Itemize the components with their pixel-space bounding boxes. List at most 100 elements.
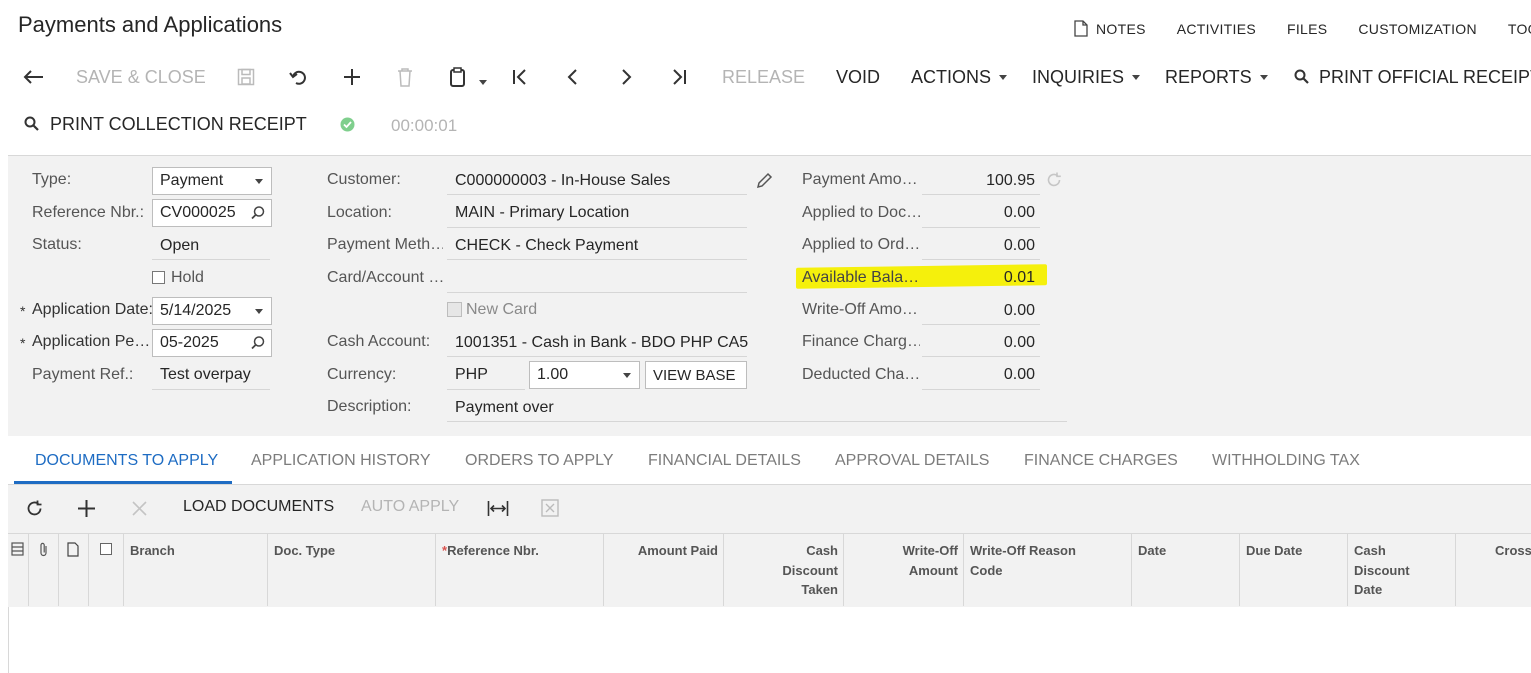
undo-icon[interactable] [286, 64, 312, 90]
payment-amount-label: Payment Amo… [802, 171, 918, 188]
delete-row-icon[interactable] [131, 500, 148, 522]
status-label: Status: [32, 236, 82, 253]
location-value[interactable]: MAIN - Primary Location [455, 204, 629, 222]
add-icon[interactable] [339, 64, 365, 90]
applied-to-orders-value: 0.00 [1003, 237, 1035, 254]
write-off-amount-column-header[interactable]: Write-Off Amount [843, 534, 963, 606]
first-record-icon[interactable] [507, 64, 533, 90]
print-collection-receipt-button[interactable]: PRINT COLLECTION RECEIPT [24, 111, 307, 137]
tab-approval-details[interactable]: APPROVAL DETAILS [835, 452, 989, 470]
actions-menu[interactable]: ACTIONS [911, 64, 1008, 90]
reference-nbr-header-label: Reference Nbr. [447, 543, 539, 558]
search-icon[interactable] [250, 205, 266, 221]
tab-finance-charges[interactable]: FINANCE CHARGES [1024, 452, 1178, 470]
refresh-icon[interactable] [25, 499, 44, 523]
application-date-field[interactable]: 5/14/2025 [152, 297, 272, 325]
payment-ref-label: Payment Ref.: [32, 366, 134, 383]
application-period-field[interactable]: 05-2025 [152, 329, 272, 357]
page-title: Payments and Applications [18, 12, 283, 37]
search-icon[interactable] [250, 335, 266, 351]
hold-checkbox[interactable] [152, 271, 165, 284]
pencil-icon[interactable] [756, 172, 773, 194]
type-select[interactable]: Payment [152, 167, 272, 195]
excel-export-icon[interactable] [541, 499, 559, 522]
auto-apply-button[interactable]: AUTO APPLY [361, 498, 459, 516]
date-column-header[interactable]: Date [1131, 534, 1239, 606]
customization-link[interactable]: CUSTOMIZATION [1358, 20, 1477, 37]
write-off-reason-column-header[interactable]: Write-Off Reason Code [963, 534, 1131, 606]
back-arrow-icon[interactable] [20, 64, 46, 90]
notes-link[interactable]: NOTES [1074, 20, 1146, 37]
applied-to-documents-label: Applied to Doc… [802, 204, 920, 221]
tab-withholding-tax[interactable]: WITHHOLDING TAX [1212, 452, 1360, 470]
save-icon[interactable] [233, 64, 259, 90]
currency-rate-select[interactable]: 1.00 [529, 361, 640, 389]
reports-chevron-down-icon [1259, 74, 1268, 80]
customer-underline [447, 194, 747, 195]
activities-link[interactable]: ACTIVITIES [1177, 20, 1256, 37]
currency-value[interactable]: PHP [455, 366, 488, 384]
refresh-icon[interactable] [1045, 171, 1063, 194]
reference-nbr-value: CV000025 [160, 204, 236, 221]
cash-discount-date-header-line3: Date [1354, 582, 1383, 597]
clipboard-dropdown-icon[interactable] [475, 74, 487, 92]
next-record-icon[interactable] [613, 64, 639, 90]
print-official-receipt-button[interactable]: PRINT OFFICIAL RECEIPT [1294, 64, 1531, 90]
cross-rate-column-header[interactable]: Cross [1455, 534, 1531, 606]
branch-column-header[interactable]: Branch [123, 534, 267, 606]
customer-value[interactable]: C000000003 - In-House Sales [455, 172, 670, 190]
tab-documents-to-apply[interactable]: DOCUMENTS TO APPLY [35, 452, 218, 470]
note-icon [67, 542, 79, 557]
last-record-icon[interactable] [666, 64, 692, 90]
description-input[interactable]: Payment over [455, 399, 554, 417]
cash-account-value[interactable]: 1001351 - Cash in Bank - BDO PHP CA5 [455, 334, 748, 352]
applied-to-documents-value: 0.00 [1003, 204, 1035, 221]
cross-header-label: Cross [1495, 543, 1531, 558]
application-date-label: Application Date: [32, 301, 153, 318]
doc-type-column-header[interactable]: Doc. Type [267, 534, 435, 606]
files-link[interactable]: FILES [1287, 20, 1327, 37]
payment-method-underline [447, 259, 747, 260]
release-button[interactable]: RELEASE [722, 64, 805, 90]
reference-nbr-column-header[interactable]: *Reference Nbr. [435, 534, 603, 606]
payment-amount-value[interactable]: 100.95 [925, 172, 1035, 190]
attachment-column[interactable] [28, 534, 58, 606]
reports-menu[interactable]: REPORTS [1165, 64, 1268, 90]
add-row-icon[interactable] [77, 499, 96, 523]
date-header-label: Date [1138, 543, 1167, 558]
cash-discount-date-column-header[interactable]: Cash Discount Date [1347, 534, 1455, 606]
note-icon [1074, 20, 1088, 37]
save-close-button[interactable]: SAVE & CLOSE [76, 64, 206, 90]
tools-link[interactable]: TOO [1508, 20, 1531, 37]
due-date-column-header[interactable]: Due Date [1239, 534, 1347, 606]
void-button[interactable]: VOID [836, 64, 880, 90]
write-off-amount-header-line1: Write-Off [902, 543, 958, 558]
cash-discount-date-header-line2: Discount [1354, 562, 1410, 578]
type-value: Payment [160, 172, 224, 189]
description-underline [447, 421, 1067, 422]
amount-paid-column-header[interactable]: Amount Paid [603, 534, 723, 606]
notes-column[interactable] [58, 534, 88, 606]
new-card-checkbox[interactable] [447, 302, 462, 317]
prev-record-icon[interactable] [560, 64, 586, 90]
payment-ref-input[interactable]: Test overpay [160, 366, 251, 384]
select-all-column[interactable] [88, 534, 123, 606]
cash-discount-taken-column-header[interactable]: Cash Discount Taken [723, 534, 843, 606]
select-all-checkbox[interactable] [100, 543, 112, 555]
fit-columns-icon[interactable] [487, 500, 509, 522]
row-status-icon [11, 542, 24, 561]
application-period-label: Application Pe… [32, 333, 150, 350]
check-circle-icon [340, 117, 355, 137]
inquiries-menu[interactable]: INQUIRIES [1032, 64, 1141, 90]
load-documents-button[interactable]: LOAD DOCUMENTS [183, 498, 334, 516]
search-icon [1294, 69, 1309, 84]
clipboard-icon[interactable] [445, 64, 471, 90]
tab-financial-details[interactable]: FINANCIAL DETAILS [648, 452, 801, 470]
application-date-value: 5/14/2025 [160, 302, 232, 319]
delete-icon[interactable] [392, 64, 418, 90]
view-base-button[interactable]: VIEW BASE [645, 361, 747, 389]
reference-nbr-field[interactable]: CV000025 [152, 199, 272, 227]
payment-method-value[interactable]: CHECK - Check Payment [455, 237, 638, 255]
tab-application-history[interactable]: APPLICATION HISTORY [251, 452, 431, 470]
tab-orders-to-apply[interactable]: ORDERS TO APPLY [465, 452, 614, 470]
